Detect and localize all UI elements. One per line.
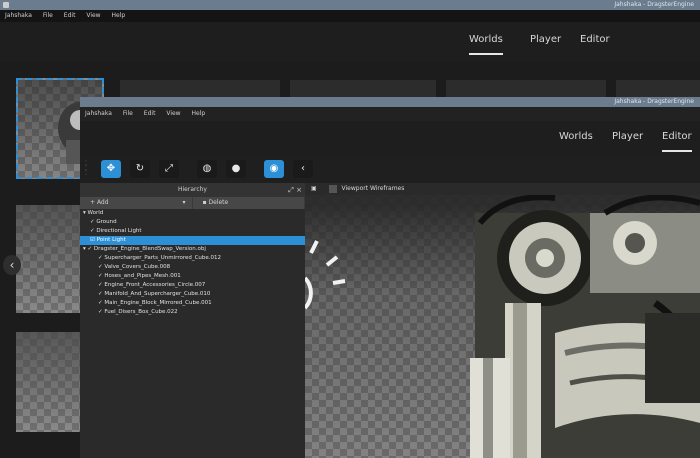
menu-file[interactable]: File [123,110,133,117]
editor-window: Jahshaka - DragsterEngine Jahshaka File … [80,97,700,458]
wireframes-label: Viewport Wireframes [341,185,405,192]
back-window-title: Jahshaka - DragsterEngine [614,1,694,8]
rotate-tool-icon[interactable]: ↻ [130,160,150,178]
hierarchy-title: Hierarchy [177,186,207,193]
front-topnav: Worlds Player Editor [80,121,700,155]
scale-tool-icon[interactable]: ⤢ [159,160,179,178]
menu-help[interactable]: Help [112,12,126,19]
front-titlebar: Jahshaka - DragsterEngine [80,97,700,107]
back-menubar: Jahshaka File Edit View Help [0,10,700,22]
back-titlebar: Jahshaka - DragsterEngine [0,0,700,10]
wireframes-checkbox[interactable] [328,184,337,193]
add-label: Add [96,199,109,206]
tree-item[interactable]: ▾ ✓ Dragster_Engine_BlendSwap_Version.ob… [80,245,305,254]
tab-editor[interactable]: Editor [580,34,610,45]
eye-icon[interactable]: ◉ [264,160,284,178]
delete-label: Delete [208,199,229,206]
panel-float-close-icon[interactable]: ⤢ × [288,183,302,197]
delete-button[interactable]: ▪ Delete [192,197,304,209]
engine-model-render [305,194,700,458]
world-thumbnail-6[interactable] [16,205,82,313]
tab-editor[interactable]: Editor [662,131,692,152]
tree-item-selected[interactable]: ☑ Point Light [80,236,305,245]
tree-item[interactable]: ✓ Engine_Front_Accessories_Circle.007 [80,281,305,290]
collapse-left-icon[interactable]: ‹ [293,160,313,178]
hierarchy-header: Hierarchy ⤢ × [80,183,305,197]
menu-edit[interactable]: Edit [144,110,156,117]
scene-viewport[interactable]: ▣ Viewport Wireframes [305,183,700,458]
tree-item[interactable]: ✓ Supercharger_Parts_Unmirrored_Cube.012 [80,254,305,263]
move-tool-icon[interactable]: ✥ [101,160,121,178]
menu-help[interactable]: Help [192,110,206,117]
expand-arrow-icon[interactable]: ▾ ✓ [83,246,94,252]
globe-icon[interactable]: ◍ [197,160,217,178]
menu-view[interactable]: View [86,12,100,19]
tree-item[interactable]: ✓ Valve_Covers_Cube.008 [80,263,305,272]
tree-item[interactable]: ✓ Ground [80,218,305,227]
checkbox-icon[interactable]: ☑ [90,237,97,243]
tree-item[interactable]: ✓ Directional Light [80,227,305,236]
tree-item-world[interactable]: ▾ World [80,209,305,218]
point-light-gizmo-icon [305,240,346,310]
menu-jahshaka[interactable]: Jahshaka [85,110,112,117]
tree-item[interactable]: ✓ Main_Engine_Block_Mirrored_Cube.001 [80,299,305,308]
drag-handle-icon[interactable]: ⁚ ⁚ ⁚ [85,161,89,177]
tree-item[interactable]: ✓ Fuel_Disers_Box_Cube.022 [80,308,305,317]
hierarchy-panel: Hierarchy ⤢ × + Add ▾ ▪ Delete ▾ World ✓… [80,183,305,458]
tree-item[interactable]: ✓ Hoses_and_Pipes_Mesh.001 [80,272,305,281]
editor-toolbar: ⁚ ⁚ ⁚ ✥ ↻ ⤢ ◍ ● ◉ ‹ [80,155,700,183]
tab-player[interactable]: Player [530,34,561,45]
local-space-icon[interactable]: ● [226,160,246,178]
viewport-bar: ▣ Viewport Wireframes [305,183,700,195]
add-button[interactable]: + Add ▾ [80,197,192,209]
menu-file[interactable]: File [43,12,53,19]
chevron-left-icon[interactable]: ‹ [3,255,21,275]
hierarchy-tree: ▾ World ✓ Ground ✓ Directional Light ☑ P… [80,209,305,317]
menu-edit[interactable]: Edit [64,12,76,19]
plus-icon: + [90,199,97,206]
chevron-down-icon: ▾ [182,199,186,206]
hierarchy-buttons: + Add ▾ ▪ Delete [80,197,305,209]
tab-worlds[interactable]: Worlds [469,34,503,55]
back-topnav: Worlds Player Editor [0,22,700,62]
front-menubar: Jahshaka File Edit View Help [80,107,700,121]
menu-jahshaka[interactable]: Jahshaka [5,12,32,19]
menu-view[interactable]: View [166,110,180,117]
camera-icon[interactable]: ▣ [311,185,317,192]
app-icon [3,1,9,8]
tree-item[interactable]: ✓ Manifold_And_Supercharger_Cube.010 [80,290,305,299]
tab-player[interactable]: Player [612,131,643,142]
tab-worlds[interactable]: Worlds [559,131,593,142]
world-thumbnail-7[interactable] [16,332,82,432]
front-window-title: Jahshaka - DragsterEngine [614,98,694,105]
